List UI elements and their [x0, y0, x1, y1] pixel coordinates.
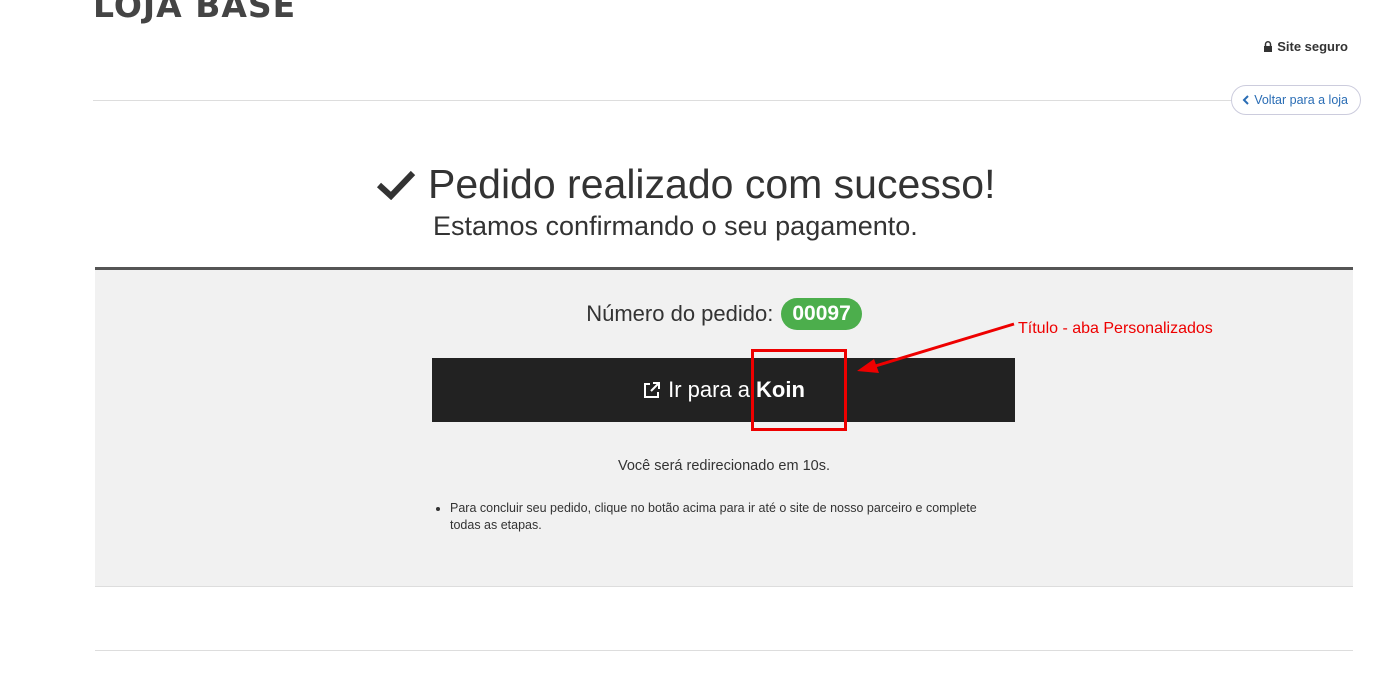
confirmation-subtitle: Estamos confirmando o seu pagamento. [433, 211, 918, 241]
go-to-payment-button[interactable]: Ir para a Koin [432, 358, 1015, 422]
redirect-countdown: Você será redirecionado em 10s. [618, 458, 830, 474]
annotation-label: Título - aba Personalizados [1018, 320, 1213, 337]
external-link-icon [644, 382, 661, 398]
back-to-store-label: Voltar para a loja [1254, 93, 1348, 107]
order-number-badge: 00097 [781, 298, 862, 330]
checkmark-icon [376, 170, 416, 200]
store-logo[interactable]: LOJA BASE [93, 0, 296, 26]
go-to-payment-prefix: Ir para a [668, 377, 751, 402]
annotation-highlight-box [751, 349, 847, 431]
footer-divider [95, 650, 1353, 651]
secure-site-indicator: Site seguro [1263, 39, 1348, 54]
instructions-list: Para concluir seu pedido, clique no botã… [432, 500, 990, 534]
confirmation-header: Pedido realizado com sucesso! Estamos co… [376, 160, 1176, 241]
chevron-left-icon [1242, 95, 1249, 105]
instruction-item: Para concluir seu pedido, clique no botã… [450, 500, 990, 534]
header-divider [93, 100, 1361, 101]
order-number-label: Número do pedido: [586, 301, 774, 326]
secure-site-label: Site seguro [1277, 39, 1348, 54]
lock-icon [1264, 41, 1273, 52]
back-to-store-button[interactable]: Voltar para a loja [1231, 85, 1361, 115]
confirmation-title: Pedido realizado com sucesso! [428, 161, 996, 207]
order-panel: Número do pedido: 00097 Ir para a Koin V… [95, 267, 1353, 587]
